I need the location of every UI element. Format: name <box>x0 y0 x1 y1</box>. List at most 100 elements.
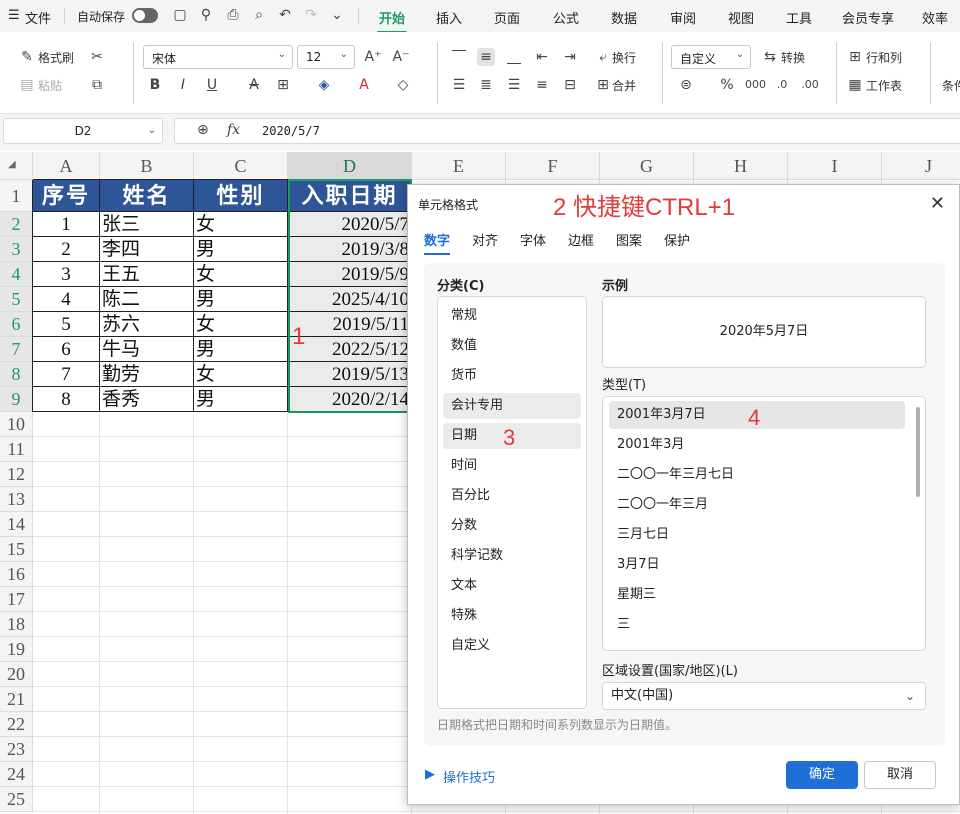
scrollbar[interactable] <box>916 407 920 497</box>
category-item[interactable]: 自定义 <box>443 633 581 659</box>
tips-link[interactable]: 操作技巧 <box>443 767 495 786</box>
indent-increase-icon[interactable]: ⇥ <box>561 48 579 66</box>
region-select[interactable]: 中文(中国) ⌄ <box>602 682 926 710</box>
category-item[interactable]: 科学记数 <box>443 543 581 569</box>
tab-font[interactable]: 字体 <box>520 230 546 249</box>
column-header-c[interactable]: C <box>194 152 288 180</box>
fill-color-icon[interactable]: ◈ <box>315 76 333 94</box>
cut-icon[interactable]: ✂ <box>88 48 106 66</box>
column-header-g[interactable]: G <box>600 152 694 180</box>
save-icon[interactable]: ▢ <box>171 6 189 24</box>
table-cell[interactable]: 2019/5/9 <box>290 263 409 287</box>
category-item[interactable]: 货币 <box>443 363 581 389</box>
table-cell[interactable]: 2020/2/14 <box>290 388 409 412</box>
decrease-font-icon[interactable]: A⁻ <box>392 48 410 66</box>
row-header-14[interactable]: 14 <box>0 512 33 537</box>
row-header-7[interactable]: 7 <box>0 337 33 362</box>
header-cell[interactable]: 性别 <box>194 180 287 212</box>
column-header-e[interactable]: E <box>412 152 506 180</box>
row-header-23[interactable]: 23 <box>0 737 33 762</box>
type-item[interactable]: 三 <box>609 611 905 639</box>
row-col-button[interactable]: 行和列 <box>866 49 902 66</box>
worksheet-button[interactable]: 工作表 <box>866 77 902 94</box>
row-header-5[interactable]: 5 <box>0 287 33 312</box>
format-painter-button[interactable]: 格式刷 <box>38 49 74 66</box>
category-item[interactable]: 文本 <box>443 573 581 599</box>
table-cell[interactable]: 8 <box>35 388 97 412</box>
table-cell[interactable]: 女 <box>196 213 285 237</box>
table-cell[interactable]: 2 <box>35 238 97 262</box>
table-cell[interactable]: 男 <box>196 238 285 262</box>
underline-icon[interactable]: U <box>203 76 221 94</box>
row-header-3[interactable]: 3 <box>0 237 33 262</box>
tab-insert[interactable]: 插入 <box>436 8 462 27</box>
zoom-icon[interactable]: ⊕ <box>197 122 209 138</box>
align-center-icon[interactable]: ≣ <box>477 76 495 94</box>
font-color-icon[interactable]: A <box>355 76 373 94</box>
number-format-select[interactable]: 自定义 ⌄ <box>671 45 751 69</box>
currency-icon[interactable]: ⊜ <box>677 76 695 94</box>
increase-font-icon[interactable]: A⁺ <box>364 48 382 66</box>
tab-pattern[interactable]: 图案 <box>616 230 642 249</box>
align-bottom-icon[interactable]: ⎽ <box>505 48 523 66</box>
tab-formula[interactable]: 公式 <box>553 8 579 27</box>
type-item[interactable]: 二〇〇一年三月 <box>609 491 905 519</box>
row-header-11[interactable]: 11 <box>0 437 33 462</box>
category-item[interactable]: 常规 <box>443 303 581 329</box>
row-header-24[interactable]: 24 <box>0 762 33 787</box>
row-header-19[interactable]: 19 <box>0 637 33 662</box>
italic-icon[interactable]: I <box>174 76 192 94</box>
row-header-18[interactable]: 18 <box>0 612 33 637</box>
undo-icon[interactable]: ↶ <box>276 6 294 24</box>
tab-member[interactable]: 会员专享 <box>842 8 894 27</box>
column-header-b[interactable]: B <box>100 152 194 180</box>
table-cell[interactable]: 张三 <box>102 213 191 237</box>
align-left-icon[interactable]: ☰ <box>450 76 468 94</box>
distribute-icon[interactable]: ⊟ <box>561 76 579 94</box>
conditional-format-button[interactable]: 条件 <box>942 77 960 94</box>
tab-protection[interactable]: 保护 <box>664 230 690 249</box>
row-header-10[interactable]: 10 <box>0 412 33 437</box>
tab-tools[interactable]: 工具 <box>786 8 812 27</box>
category-item[interactable]: 会计专用 <box>443 393 581 419</box>
hamburger-icon[interactable]: ☰ <box>8 8 20 23</box>
type-list[interactable]: 2001年3月7日 2001年3月 二〇〇一年三月七日 二〇〇一年三月 三月七日 3月7日… <box>602 396 926 651</box>
table-cell[interactable]: 勤劳 <box>102 363 191 387</box>
category-list[interactable]: 常规 数值 货币 会计专用 日期 时间 百分比 分数 科学记数 文本 特殊 自定义 <box>437 296 587 709</box>
type-item[interactable]: 2001年3月 <box>609 431 905 459</box>
percent-icon[interactable]: % <box>718 76 736 94</box>
row-header-9[interactable]: 9 <box>0 387 33 412</box>
table-cell[interactable]: 王五 <box>102 263 191 287</box>
indent-decrease-icon[interactable]: ⇤ <box>533 48 551 66</box>
tab-border[interactable]: 边框 <box>568 230 594 249</box>
table-cell[interactable]: 2019/5/11 <box>290 313 409 337</box>
bold-icon[interactable]: B <box>146 76 164 94</box>
chevron-down-icon[interactable]: ⌄ <box>328 6 346 24</box>
table-cell[interactable]: 2019/3/8 <box>290 238 409 262</box>
print-icon[interactable]: ⎙ <box>224 6 242 24</box>
type-item[interactable]: 三月七日 <box>609 521 905 549</box>
table-cell[interactable]: 苏六 <box>102 313 191 337</box>
type-item[interactable]: 二〇〇一年三月七日 <box>609 461 905 489</box>
table-cell[interactable]: 男 <box>196 288 285 312</box>
cancel-button[interactable]: 取消 <box>864 761 936 789</box>
formula-input[interactable]: ⊕ fx 2020/5/7 <box>174 118 960 144</box>
border-icon[interactable]: ⊞ <box>274 76 292 94</box>
column-header-j[interactable]: J <box>882 152 960 180</box>
table-cell[interactable]: 女 <box>196 263 285 287</box>
row-header-1[interactable]: 1 <box>0 180 33 212</box>
category-item[interactable]: 百分比 <box>443 483 581 509</box>
table-cell[interactable]: 香秀 <box>102 388 191 412</box>
convert-button[interactable]: 转换 <box>781 49 805 66</box>
clear-format-icon[interactable]: ◇ <box>394 76 412 94</box>
column-header-d[interactable]: D <box>288 152 412 180</box>
file-menu[interactable]: 文件 <box>25 8 51 27</box>
row-header-12[interactable]: 12 <box>0 462 33 487</box>
ok-button[interactable]: 确定 <box>786 761 858 789</box>
redo-icon[interactable]: ↷ <box>302 6 320 24</box>
table-cell[interactable]: 3 <box>35 263 97 287</box>
column-header-f[interactable]: F <box>506 152 600 180</box>
select-all-corner[interactable]: ◢ <box>0 152 33 180</box>
strikethrough-icon[interactable]: A <box>245 76 263 94</box>
fx-icon[interactable]: fx <box>227 122 240 138</box>
